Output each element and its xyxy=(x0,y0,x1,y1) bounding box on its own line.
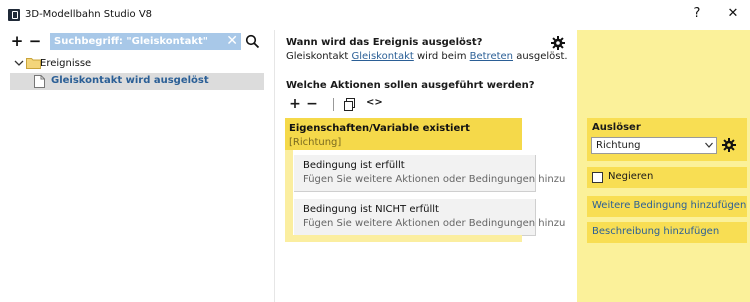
window-title: 3D-Modellbahn Studio V8 xyxy=(25,9,153,20)
add-condition-link[interactable]: Weitere Bedingung hinzufügen xyxy=(592,200,746,211)
condition-title: Eigenschaften/Variable existiert xyxy=(289,123,470,134)
tree-item-selected[interactable]: Gleiskontakt wird ausgelöst xyxy=(10,73,264,90)
remove-event-button[interactable]: − xyxy=(28,33,42,49)
contact-link[interactable]: Gleiskontakt xyxy=(352,51,414,62)
trigger-title: Auslöser xyxy=(592,122,641,133)
help-button[interactable]: ? xyxy=(688,7,706,21)
negate-checkbox[interactable] xyxy=(592,172,603,183)
condition-header[interactable]: Eigenschaften/Variable existiert [Richtu… xyxy=(285,118,522,150)
tree-item-label: Gleiskontakt wird ausgelöst xyxy=(51,75,209,86)
condition-variable: [Richtung] xyxy=(289,137,342,148)
event-editor-panel: Wann wird das Ereignis ausgelöst? Gleisk… xyxy=(276,30,577,302)
condition-rail xyxy=(285,150,293,236)
branch-false-title: Bedingung ist NICHT erfüllt xyxy=(303,204,439,215)
trigger-group: Auslöser Richtung xyxy=(587,118,747,161)
branch-true[interactable]: Bedingung ist erfüllt Fügen Sie weitere … xyxy=(294,155,565,192)
copy-icon[interactable] xyxy=(344,98,355,111)
document-icon xyxy=(34,75,45,88)
search-input[interactable]: Suchbegriff: "Gleiskontakt" ✕ xyxy=(50,33,241,50)
folder-icon xyxy=(26,58,41,69)
condition-block: Eigenschaften/Variable existiert [Richtu… xyxy=(285,118,565,242)
condition-footer xyxy=(285,235,522,242)
add-condition-option[interactable]: Weitere Bedingung hinzufügen xyxy=(587,196,747,217)
code-view-button[interactable]: <> xyxy=(366,97,383,108)
trigger-select-value: Richtung xyxy=(596,140,641,151)
chevron-down-icon[interactable] xyxy=(14,58,24,68)
gear-icon[interactable] xyxy=(722,138,736,152)
actions-question: Welche Aktionen sollen ausgeführt werden… xyxy=(286,80,535,91)
app-icon xyxy=(8,9,20,21)
branch-false-hint: Fügen Sie weitere Aktionen oder Bedingun… xyxy=(303,218,566,229)
sentence-text: Gleiskontakt xyxy=(286,51,352,62)
add-description-link[interactable]: Beschreibung hinzufügen xyxy=(592,226,719,237)
add-action-button[interactable]: + xyxy=(288,96,302,112)
trigger-select[interactable]: Richtung xyxy=(591,137,717,154)
properties-panel: Auslöser Richtung Negieren Weitere Bedin… xyxy=(577,30,750,302)
branch-false[interactable]: Bedingung ist NICHT erfüllt Fügen Sie we… xyxy=(294,199,565,236)
trigger-question: Wann wird das Ereignis ausgelöst? xyxy=(286,37,483,48)
add-description-option[interactable]: Beschreibung hinzufügen xyxy=(587,222,747,243)
branch-true-title: Bedingung ist erfüllt xyxy=(303,160,405,171)
branch-true-hint: Fügen Sie weitere Aktionen oder Bedingun… xyxy=(303,174,566,185)
tree-folder-events[interactable]: Ereignisse xyxy=(10,56,210,72)
negate-label: Negieren xyxy=(608,171,654,182)
close-button[interactable]: ✕ xyxy=(724,7,742,21)
trigger-sentence: Gleiskontakt Gleiskontakt wird beim Betr… xyxy=(286,51,568,62)
gear-icon[interactable] xyxy=(551,36,565,50)
search-text: Suchbegriff: "Gleiskontakt" xyxy=(54,36,208,47)
toolbar-divider xyxy=(333,98,334,111)
sentence-text: ausgelöst. xyxy=(513,51,568,62)
enter-link[interactable]: Betreten xyxy=(470,51,513,62)
clear-search-icon[interactable]: ✕ xyxy=(226,33,238,49)
title-bar: 3D-Modellbahn Studio V8 ? ✕ xyxy=(0,0,750,30)
tree-folder-label: Ereignisse xyxy=(40,58,92,69)
sentence-text: wird beim xyxy=(413,51,470,62)
add-event-button[interactable]: + xyxy=(10,33,24,49)
remove-action-button[interactable]: − xyxy=(305,96,319,112)
search-icon[interactable] xyxy=(245,34,260,49)
chevron-down-icon xyxy=(705,142,713,148)
negate-option[interactable]: Negieren xyxy=(587,167,747,188)
